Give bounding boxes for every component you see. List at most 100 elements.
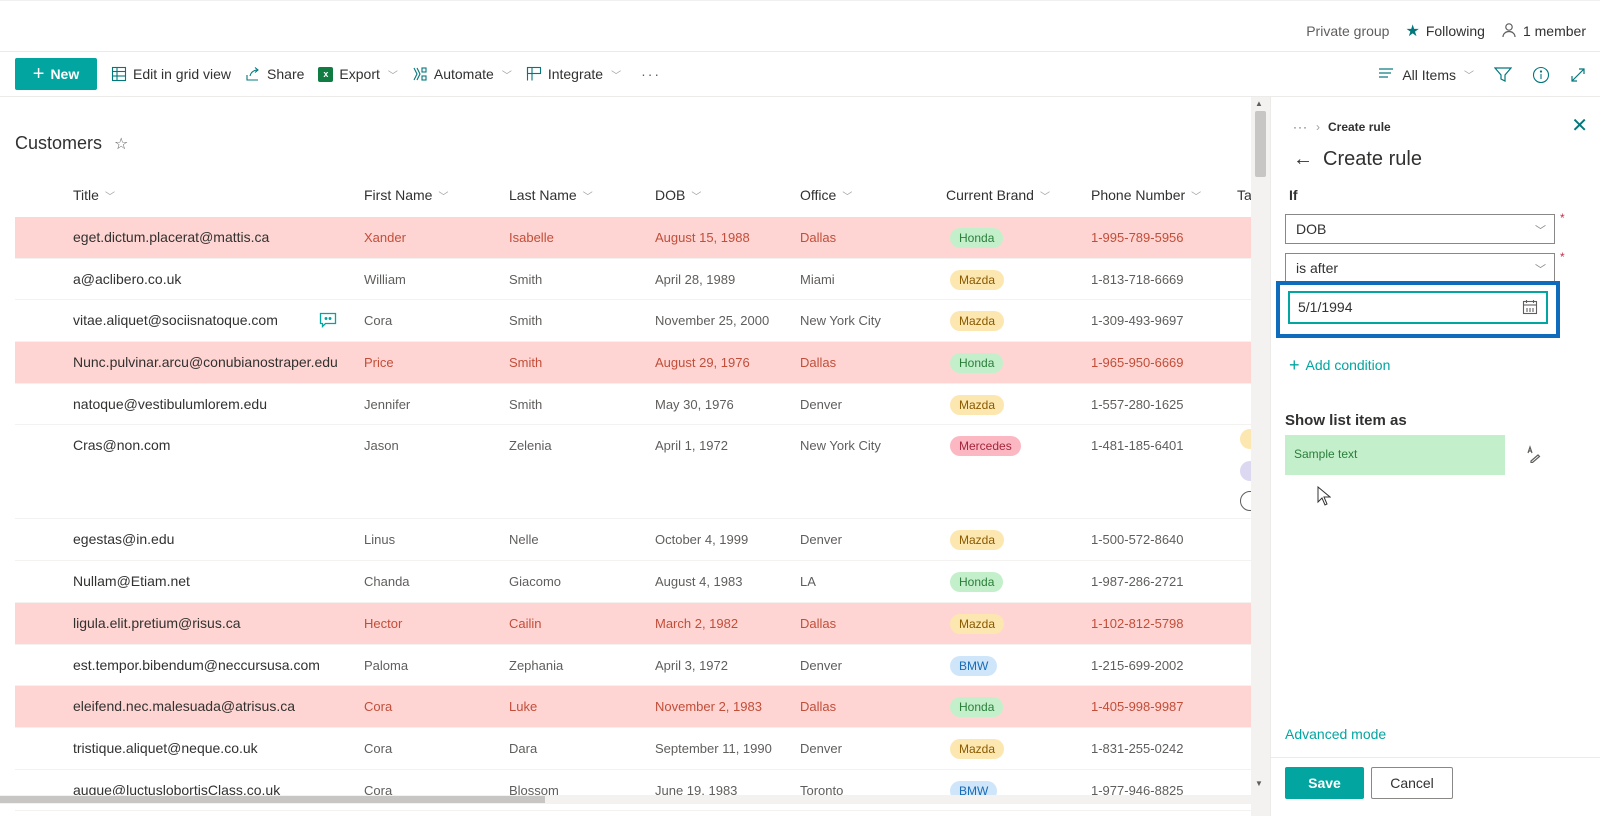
date-input[interactable]: 5/1/1994 [1288, 291, 1548, 324]
share-label: Share [267, 66, 305, 82]
calendar-icon[interactable] [1522, 299, 1538, 318]
integrate-icon [526, 66, 542, 82]
title-cell[interactable]: eleifend.nec.malesuada@atrisus.ca [73, 698, 295, 714]
phone-cell: 1-813-718-6669 [1091, 271, 1184, 287]
filter-icon[interactable] [1494, 66, 1512, 83]
edit-style-icon[interactable] [1525, 445, 1541, 468]
back-arrow-icon[interactable]: ← [1293, 148, 1313, 171]
breadcrumb-more-button[interactable]: ··· [1293, 120, 1308, 134]
brand-pill: Mazda [950, 613, 1005, 634]
following-button[interactable]: ★ Following [1405, 21, 1484, 41]
scroll-down-icon[interactable]: ▼ [1255, 779, 1263, 788]
expand-icon[interactable] [1570, 67, 1586, 83]
share-icon [245, 66, 261, 82]
edit-grid-view-button[interactable]: Edit in grid view [111, 66, 231, 82]
title-cell[interactable]: Nullam@Etiam.net [73, 573, 190, 589]
view-label: All Items [1402, 66, 1456, 83]
format-preview[interactable]: Sample text [1285, 435, 1505, 475]
export-label: Export [339, 66, 380, 82]
table-row[interactable]: est.tempor.bibendum@neccursusa.com Paloma… [15, 645, 1251, 687]
plus-icon: + [1289, 355, 1300, 375]
column-header[interactable]: Current Brand ﹀ [946, 187, 1050, 203]
brand-cell: Mazda [950, 269, 1005, 290]
breadcrumb-current: Create rule [1328, 120, 1391, 134]
column-header-label: Ta [1237, 187, 1252, 203]
brand-cell: Mazda [950, 311, 1005, 332]
dob-cell: April 3, 1972 [655, 657, 728, 673]
title-cell[interactable]: est.tempor.bibendum@neccursusa.com [73, 657, 320, 673]
title-cell[interactable]: Cras@non.com [73, 437, 170, 453]
integrate-button[interactable]: Integrate ﹀ [526, 66, 621, 82]
export-button[interactable]: x Export ﹀ [318, 66, 398, 82]
vertical-scrollbar[interactable]: ▲ ▼ [1251, 97, 1270, 816]
title-cell[interactable]: vitae.aliquet@sociisnatoque.com [73, 312, 278, 328]
chevron-right-icon: › [1316, 120, 1320, 134]
first-cell: Jason [364, 438, 399, 454]
column-header[interactable]: First Name ﹀ [364, 187, 448, 203]
title-cell[interactable]: egestas@in.edu [73, 531, 174, 547]
phone-cell: 1-500-572-8640 [1091, 532, 1184, 548]
dob-cell: November 25, 2000 [655, 313, 770, 329]
chevron-down-icon: ﹀ [387, 70, 398, 82]
table-row[interactable]: a@aclibero.co.uk William Smith April 28, 19… [15, 259, 1251, 301]
automate-button[interactable]: Automate ﹀ [412, 66, 512, 82]
cancel-button[interactable]: Cancel [1371, 767, 1453, 799]
view-switcher[interactable]: All Items ﹀ [1378, 66, 1474, 83]
table-row[interactable]: tristique.aliquet@neque.co.uk Cora Dara Sep… [15, 728, 1251, 770]
share-button[interactable]: Share [245, 66, 304, 82]
column-header-label: Title [73, 187, 99, 203]
table-row[interactable]: Cras@non.com Jason Zelenia April 1, 1972 New… [15, 425, 1260, 520]
column-header-label: First Name [364, 187, 433, 203]
scroll-up-icon[interactable]: ▲ [1255, 99, 1263, 108]
brand-cell: Honda [950, 572, 1004, 593]
table-row[interactable]: egestas@in.edu Linus Nelle October 4, 1999 D… [15, 519, 1251, 562]
column-header[interactable]: Ta [1237, 187, 1252, 203]
chevron-down-icon: ﹀ [1039, 191, 1050, 203]
brand-cell: BMW [950, 655, 998, 676]
title-cell[interactable]: Nunc.pulvinar.arcu@conubianostraper.edu [73, 354, 338, 370]
table-row[interactable]: Nullam@Etiam.net Chanda Giacomo August 4, 1… [15, 561, 1251, 603]
table-row[interactable]: natoque@vestibulumlorem.edu Jennifer Smith… [15, 384, 1251, 426]
column-header-label: Office [800, 187, 837, 203]
save-button[interactable]: Save [1285, 767, 1364, 799]
column-header[interactable]: Office ﹀ [800, 187, 852, 203]
new-button[interactable]: + New [15, 58, 97, 90]
field-dropdown[interactable]: DOB ﹀ [1285, 214, 1555, 244]
add-condition-button[interactable]: + Add condition [1289, 356, 1390, 374]
column-header[interactable]: Title ﹀ [73, 187, 115, 203]
title-cell[interactable]: eget.dictum.placerat@mattis.ca [73, 229, 269, 245]
add-condition-label: Add condition [1305, 357, 1391, 373]
close-icon[interactable]: ✕ [1571, 113, 1588, 138]
office-cell: Denver [800, 740, 842, 756]
more-commands-button[interactable]: ··· [641, 66, 661, 82]
title-cell[interactable]: ligula.elit.pretium@risus.ca [73, 615, 241, 631]
table-row[interactable]: augue@luctuslobortisClass.co.uk Cora Bloss… [15, 770, 1251, 812]
horizontal-scroll-thumb[interactable] [0, 796, 545, 803]
table-row[interactable]: ligula.elit.pretium@risus.ca Hector Cailin… [15, 602, 1251, 645]
table-row[interactable]: eget.dictum.placerat@mattis.ca Xander Isab… [15, 217, 1251, 259]
chevron-down-icon: ﹀ [104, 191, 115, 203]
dob-cell: May 30, 1976 [655, 396, 734, 412]
privacy-label: Private group [1306, 23, 1390, 39]
favorite-star-icon[interactable]: ☆ [114, 134, 128, 154]
table-row[interactable]: Nunc.pulvinar.arcu@conubianostraper.edu P… [15, 342, 1251, 384]
table-row[interactable]: vitae.aliquet@sociisnatoque.com Cora Smith… [15, 300, 1251, 343]
new-label: New [50, 66, 80, 82]
title-cell[interactable]: natoque@vestibulumlorem.edu [73, 396, 267, 412]
comment-icon[interactable] [319, 312, 337, 331]
column-header[interactable]: Last Name ﹀ [509, 187, 593, 203]
table-row[interactable]: eleifend.nec.malesuada@atrisus.ca Cora Luk… [15, 686, 1251, 728]
phone-cell: 1-995-789-5956 [1091, 230, 1184, 245]
column-header[interactable]: DOB ﹀ [655, 187, 701, 203]
title-cell[interactable]: tristique.aliquet@neque.co.uk [73, 740, 258, 756]
chevron-down-icon: ﹀ [501, 70, 512, 82]
info-icon[interactable] [1532, 66, 1550, 84]
vertical-scroll-thumb[interactable] [1255, 111, 1266, 177]
advanced-mode-link[interactable]: Advanced mode [1285, 726, 1386, 742]
operator-dropdown[interactable]: is after ﹀ [1285, 253, 1555, 283]
members-button[interactable]: 1 member [1501, 22, 1586, 41]
title-cell[interactable]: a@aclibero.co.uk [73, 271, 181, 287]
brand-pill: Honda [950, 697, 1004, 718]
horizontal-scrollbar[interactable] [0, 795, 1270, 804]
column-header[interactable]: Phone Number ﹀ [1091, 187, 1201, 203]
